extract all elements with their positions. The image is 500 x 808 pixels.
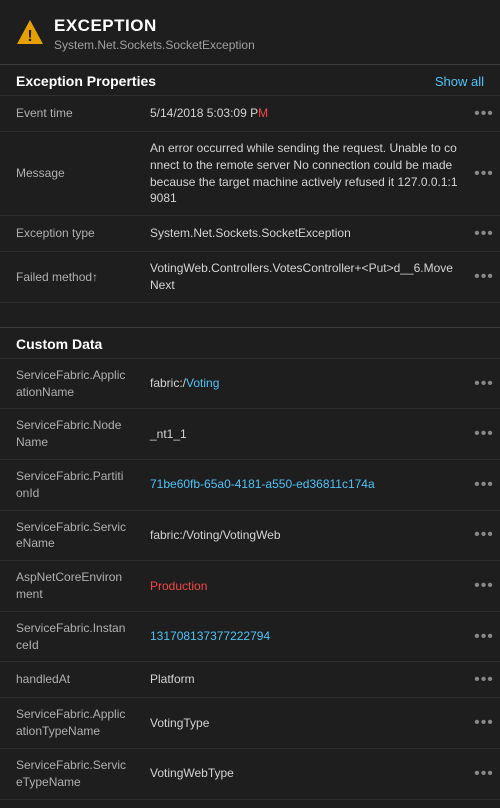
prop-val-env: Production xyxy=(140,561,468,611)
app-name-link[interactable]: Voting xyxy=(186,375,219,392)
prop-val-event-time: 5/14/2018 5:03:09 PM xyxy=(140,96,468,131)
table-row: AspNetCoreEnvironment Production ••• xyxy=(0,560,500,611)
row-actions-instance-id[interactable]: ••• xyxy=(468,612,500,662)
prop-val-failed-method: VotingWeb.Controllers.VotesController+<P… xyxy=(140,252,468,302)
exception-title-block: EXCEPTION System.Net.Sockets.SocketExcep… xyxy=(54,16,255,52)
table-row: Message An error occurred while sending … xyxy=(0,131,500,215)
exception-properties-header: Exception Properties Show all xyxy=(0,64,500,95)
table-row: Exception type System.Net.Sockets.Socket… xyxy=(0,215,500,251)
instance-id-link[interactable]: 131708137377222794 xyxy=(150,628,270,645)
prop-val-partition-id: 71be60fb-65a0-4181-a550-ed36811c174a xyxy=(140,460,468,510)
prop-val-node-name: _nt1_1 xyxy=(140,409,468,459)
row-actions-env[interactable]: ••• xyxy=(468,561,500,611)
exception-subtitle: System.Net.Sockets.SocketException xyxy=(54,38,255,52)
table-row: ServiceFabric.ServiceName fabric:/Voting… xyxy=(0,510,500,561)
table-row: ServiceFabric.NodeName _nt1_1 ••• xyxy=(0,408,500,459)
exception-header: ! EXCEPTION System.Net.Sockets.SocketExc… xyxy=(0,0,500,64)
row-actions-handled-at[interactable]: ••• xyxy=(468,662,500,697)
custom-data-section: Custom Data ServiceFabric.ApplicationNam… xyxy=(0,327,500,808)
prop-key-message: Message xyxy=(0,132,140,215)
table-row: ServiceFabric.ApplicationTypeName Voting… xyxy=(0,697,500,748)
custom-data-title: Custom Data xyxy=(16,336,102,352)
prop-val-message: An error occurred while sending the requ… xyxy=(140,132,468,215)
prop-val-app-name: fabric:/Voting xyxy=(140,359,468,409)
highlight-text: M xyxy=(258,105,268,122)
exception-title: EXCEPTION xyxy=(54,16,255,36)
row-actions-partition-id[interactable]: ••• xyxy=(468,460,500,510)
row-actions-app-type-name[interactable]: ••• xyxy=(468,698,500,748)
table-row: Failed method ↑ VotingWeb.Controllers.Vo… xyxy=(0,251,500,303)
prop-key-env: AspNetCoreEnvironment xyxy=(0,561,140,611)
section-gap xyxy=(0,311,500,327)
prop-val-instance-id: 131708137377222794 xyxy=(140,612,468,662)
table-row: ServiceFabric.PartitionId 71be60fb-65a0-… xyxy=(0,459,500,510)
row-actions-app-name[interactable]: ••• xyxy=(468,359,500,409)
exception-properties-title: Exception Properties xyxy=(16,73,156,89)
exception-properties-section: Exception Properties Show all Event time… xyxy=(0,64,500,311)
row-actions-message[interactable]: ••• xyxy=(468,132,500,215)
table-row: ServiceFabric.ApplicationName fabric:/Vo… xyxy=(0,358,500,409)
row-actions-node-name[interactable]: ••• xyxy=(468,409,500,459)
svg-text:!: ! xyxy=(27,28,32,45)
table-row: handledAt Platform ••• xyxy=(0,661,500,697)
prop-val-service-name: fabric:/Voting/VotingWeb xyxy=(140,511,468,561)
prop-val-exception-type: System.Net.Sockets.SocketException xyxy=(140,216,468,251)
prop-val-handled-at: Platform xyxy=(140,662,468,697)
prop-key-failed-method: Failed method ↑ xyxy=(0,252,140,302)
row-actions-service-name[interactable]: ••• xyxy=(468,511,500,561)
row-actions-event-time[interactable]: ••• xyxy=(468,96,500,131)
prop-key-node-name: ServiceFabric.NodeName xyxy=(0,409,140,459)
prop-key-handled-at: handledAt xyxy=(0,662,140,697)
show-all-link[interactable]: Show all xyxy=(435,74,484,89)
row-actions-exception-type[interactable]: ••• xyxy=(468,216,500,251)
table-row: Event time 5/14/2018 5:03:09 PM ••• xyxy=(0,95,500,131)
prop-key-partition-id: ServiceFabric.PartitionId xyxy=(0,460,140,510)
prop-val-service-type-name: VotingWebType xyxy=(140,749,468,799)
row-actions-service-type-name[interactable]: ••• xyxy=(468,749,500,799)
prop-key-app-name: ServiceFabric.ApplicationName xyxy=(0,359,140,409)
prop-key-service-name: ServiceFabric.ServiceName xyxy=(0,511,140,561)
prop-key-event-time: Event time xyxy=(0,96,140,131)
prop-key-instance-id: ServiceFabric.InstanceId xyxy=(0,612,140,662)
table-row: ServiceFabric.ServiceTypeName VotingWebT… xyxy=(0,748,500,800)
prop-key-app-type-name: ServiceFabric.ApplicationTypeName xyxy=(0,698,140,748)
env-highlight: Production xyxy=(150,578,207,595)
prop-key-exception-type: Exception type xyxy=(0,216,140,251)
custom-data-header: Custom Data xyxy=(0,327,500,358)
prop-key-service-type-name: ServiceFabric.ServiceTypeName xyxy=(0,749,140,799)
warning-icon: ! xyxy=(16,18,44,46)
table-row: ServiceFabric.InstanceId 131708137377222… xyxy=(0,611,500,662)
partition-id-link[interactable]: 71be60fb-65a0-4181-a550-ed36811c174a xyxy=(150,476,375,493)
row-actions-failed-method[interactable]: ••• xyxy=(468,252,500,302)
prop-val-app-type-name: VotingType xyxy=(140,698,468,748)
